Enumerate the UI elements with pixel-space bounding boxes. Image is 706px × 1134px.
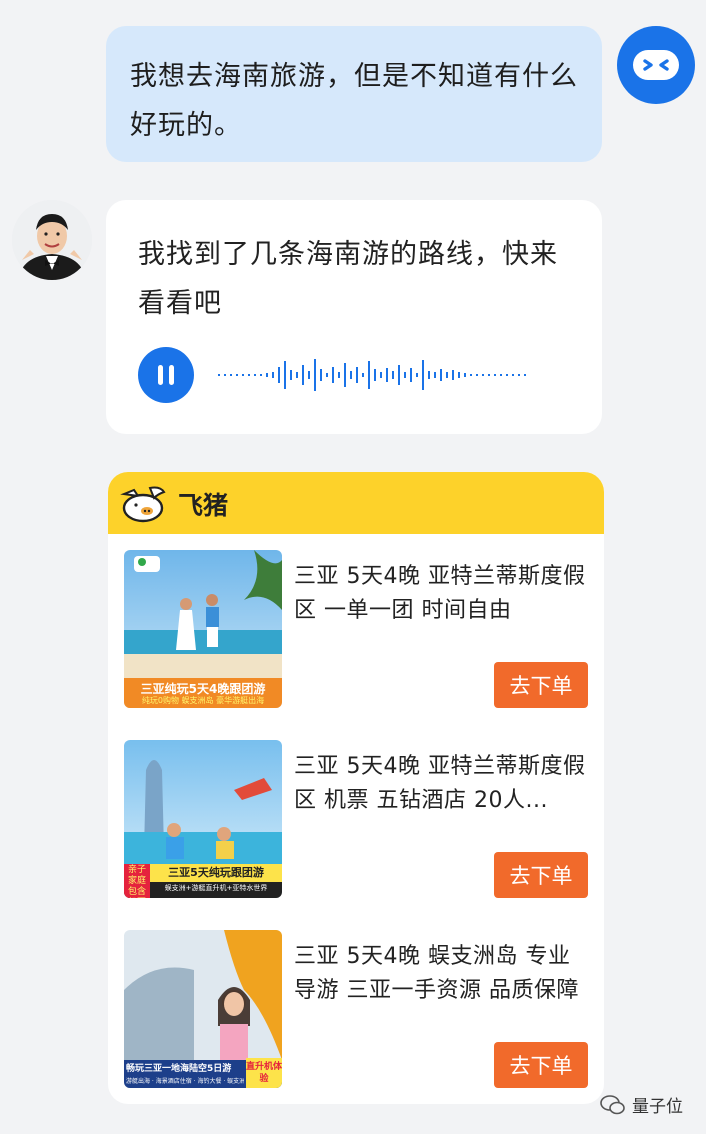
thumb-side-tag: 亲子家庭 包含机票 bbox=[124, 864, 150, 898]
product-item[interactable]: 亲子家庭 包含机票 三亚5天纯玩跟团游 蜈支洲+游艇直升机+亚特水世界 三亚 5… bbox=[108, 740, 604, 910]
card-brand-name: 飞猪 bbox=[178, 491, 229, 520]
person-portrait-icon bbox=[12, 200, 92, 280]
product-item[interactable]: 畅玩三亚一地海陆空5日游 直升机体验 游艇出海 · 海景酒店住宿 · 海钓大餐 … bbox=[108, 930, 604, 1100]
product-item[interactable]: 三亚纯玩5天4晚跟团游 纯玩0购物 蜈支洲岛 豪华游艇出海 三亚 5天4晚 亚特… bbox=[108, 550, 604, 720]
user-message-bubble: 我想去海南旅游，但是不知道有什么好玩的。 bbox=[106, 26, 602, 162]
pause-icon bbox=[158, 365, 174, 385]
watermark: 量子位 bbox=[600, 1092, 683, 1117]
bot-face-icon bbox=[633, 50, 679, 80]
wechat-icon bbox=[600, 1094, 625, 1114]
fliggy-pig-logo-icon bbox=[120, 486, 166, 523]
audio-pause-button[interactable] bbox=[138, 347, 194, 403]
thumb-tag-text: 蜈支洲+游艇直升机+亚特水世界 bbox=[164, 884, 268, 892]
product-title[interactable]: 三亚 5天4晚 亚特兰蒂斯度假区 一单一团 时间自由 bbox=[294, 560, 590, 628]
thumb-banner-text: 畅玩三亚一地海陆空5日游 bbox=[126, 1064, 232, 1074]
agent-reply-bubble: 我找到了几条海南游的路线，快来看看吧 bbox=[106, 200, 602, 434]
thumb-tag-text: 游艇出海 · 海景酒店住宿 · 海钓大餐 · 蜈支洲岛 bbox=[126, 1078, 244, 1085]
agent-avatar[interactable] bbox=[12, 200, 92, 280]
product-title[interactable]: 三亚 5天4晚 亚特兰蒂斯度假区 机票 五钻酒店 20人... bbox=[294, 750, 590, 818]
thumb-tag-text: 纯玩0购物 蜈支洲岛 豪华游艇出海 bbox=[141, 696, 265, 705]
thumb-banner-text: 三亚5天纯玩跟团游 bbox=[150, 864, 282, 882]
bot-avatar[interactable] bbox=[617, 26, 695, 104]
product-thumbnail[interactable]: 三亚纯玩5天4晚跟团游 纯玩0购物 蜈支洲岛 豪华游艇出海 bbox=[124, 550, 282, 708]
place-order-button[interactable]: 去下单 bbox=[494, 1042, 588, 1088]
user-message-text: 我想去海南旅游，但是不知道有什么好玩的。 bbox=[130, 61, 578, 141]
watermark-text: 量子位 bbox=[632, 1097, 683, 1117]
place-order-button[interactable]: 去下单 bbox=[494, 662, 588, 708]
audio-waveform[interactable] bbox=[218, 355, 528, 395]
product-title[interactable]: 三亚 5天4晚 蜈支洲岛 专业导游 三亚一手资源 品质保障 bbox=[294, 940, 590, 1008]
agent-reply-text: 我找到了几条海南游的路线，快来看看吧 bbox=[138, 239, 558, 319]
card-header: 飞猪 bbox=[108, 472, 604, 534]
fliggy-product-card: 飞猪 三亚纯玩5天4晚跟团游 纯玩0购物 蜈支洲岛 豪华游艇出海 三亚 5天4晚… bbox=[108, 472, 604, 1104]
thumb-side-tag: 直升机体验 bbox=[246, 1058, 282, 1088]
product-thumbnail[interactable]: 畅玩三亚一地海陆空5日游 直升机体验 游艇出海 · 海景酒店住宿 · 海钓大餐 … bbox=[124, 930, 282, 1088]
place-order-button[interactable]: 去下单 bbox=[494, 852, 588, 898]
product-thumbnail[interactable]: 亲子家庭 包含机票 三亚5天纯玩跟团游 蜈支洲+游艇直升机+亚特水世界 bbox=[124, 740, 282, 898]
